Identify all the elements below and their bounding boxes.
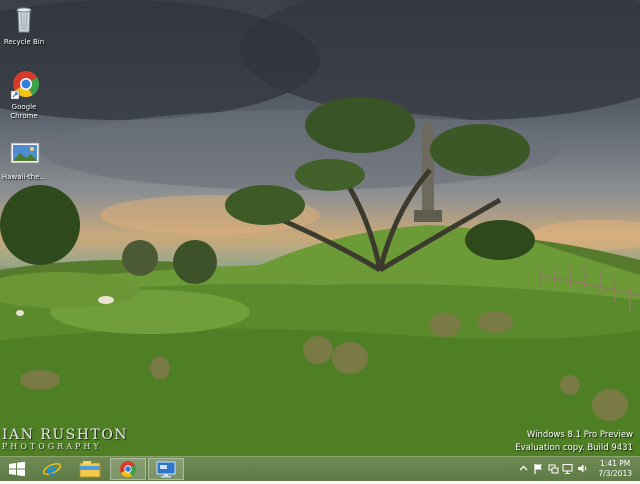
chrome-icon <box>120 461 137 478</box>
clock-time: 1:41 PM <box>600 459 631 468</box>
clock-date: 7/3/2013 <box>598 469 632 478</box>
taskbar-file-explorer[interactable] <box>72 458 108 480</box>
desktop-icon-hawaii-image[interactable]: Hawaii-the... <box>0 139 52 182</box>
chevron-up-icon[interactable] <box>518 463 529 474</box>
desktop-icon-label: Google Chrome <box>10 103 38 120</box>
desktop-icon-label: Recycle Bin <box>3 38 45 46</box>
taskbar[interactable]: e 1:41 PM 7/3/2013 <box>0 456 640 481</box>
monitor-icon[interactable] <box>562 463 573 474</box>
svg-text:e: e <box>46 460 57 479</box>
desktop-icon-google-chrome[interactable]: Google Chrome <box>0 69 52 121</box>
taskbar-google-chrome[interactable] <box>110 458 146 480</box>
recycle-bin-icon <box>8 4 40 36</box>
taskbar-internet-explorer[interactable]: e <box>34 458 70 480</box>
desktop-icon-recycle-bin[interactable]: Recycle Bin <box>0 4 52 47</box>
desktop[interactable]: Recycle Bin Google Chrome Hawaii-the... … <box>0 0 640 456</box>
windows-watermark-edition: Windows 8.1 Pro Preview <box>526 430 633 440</box>
taskbar-clock[interactable]: 1:41 PM 7/3/2013 <box>598 459 632 479</box>
speaker-icon[interactable] <box>577 463 588 474</box>
wallpaper-image <box>0 0 640 456</box>
chrome-icon <box>8 69 40 101</box>
photographer-signature: IAN RUSHTON PHOTOGRAPHY <box>2 427 129 451</box>
start-button[interactable] <box>0 458 36 480</box>
network-icon[interactable] <box>548 463 559 474</box>
remote-desktop-icon <box>156 461 176 478</box>
file-explorer-icon <box>79 461 101 478</box>
windows-watermark-build: Evaluation copy. Build 9431 <box>515 443 633 453</box>
windows-start-icon <box>9 461 25 477</box>
taskbar-remote-desktop[interactable] <box>148 458 184 480</box>
internet-explorer-icon: e <box>42 460 62 479</box>
image-file-icon <box>8 139 40 171</box>
desktop-icon-label: Hawaii-the... <box>1 173 47 181</box>
flag-icon[interactable] <box>533 463 544 474</box>
